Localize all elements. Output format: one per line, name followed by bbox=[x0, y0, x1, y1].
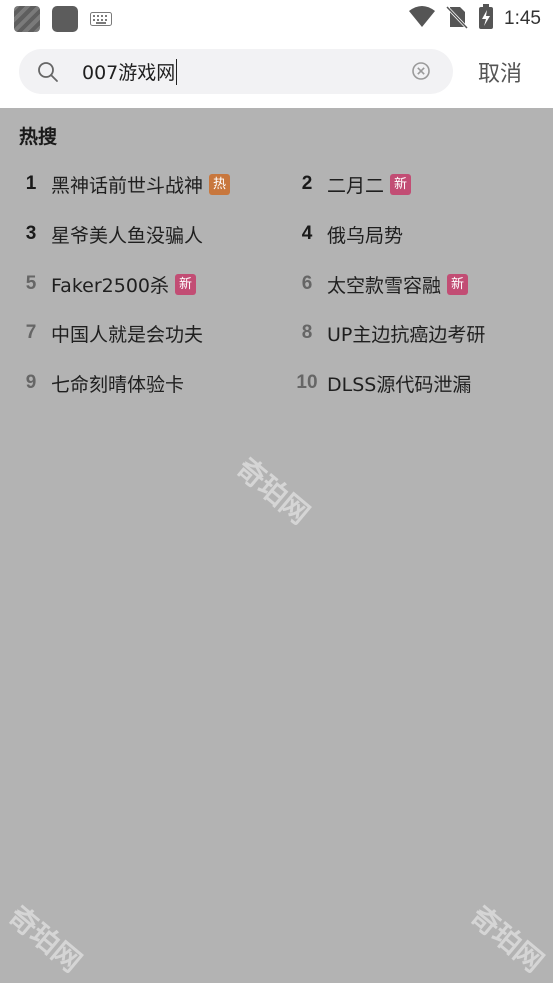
rank-number: 8 bbox=[301, 322, 313, 343]
app-icon bbox=[52, 6, 78, 32]
clear-icon[interactable] bbox=[411, 61, 431, 81]
search-icon bbox=[37, 61, 59, 83]
battery-charging-icon bbox=[478, 4, 494, 34]
watermark: 奇珀网 bbox=[2, 899, 88, 979]
status-bar-right: 1:45 bbox=[408, 4, 541, 34]
new-badge: 新 bbox=[390, 173, 412, 195]
app-icon bbox=[14, 6, 40, 32]
hot-search-item-7[interactable]: 7 中国人就是会功夫 bbox=[16, 317, 203, 349]
rank-number: 5 bbox=[25, 273, 37, 294]
rank-number: 2 bbox=[301, 173, 313, 194]
keyboard-icon bbox=[90, 12, 112, 26]
status-bar-left bbox=[14, 6, 112, 32]
rank-number: 4 bbox=[301, 223, 313, 244]
hot-search-item-9[interactable]: 9 七命刻晴体验卡 bbox=[16, 367, 184, 399]
hot-search-text: 二月二 bbox=[327, 174, 385, 197]
hot-search-item-5[interactable]: 5 Faker2500杀 新 bbox=[16, 268, 197, 300]
new-badge: 新 bbox=[175, 273, 197, 295]
search-box[interactable]: 007游戏网 bbox=[19, 49, 453, 94]
text-caret bbox=[176, 58, 178, 85]
rank-number: 7 bbox=[25, 322, 37, 343]
hot-search-text: Faker2500杀 bbox=[51, 274, 170, 297]
rank-number: 9 bbox=[25, 372, 37, 393]
search-input[interactable]: 007游戏网 bbox=[82, 49, 402, 94]
search-header: 007游戏网 取消 bbox=[0, 38, 553, 108]
rank-number: 6 bbox=[301, 273, 313, 294]
hot-search-text: 太空款雪容融 bbox=[327, 274, 442, 297]
new-badge: 新 bbox=[447, 273, 469, 295]
hot-search-text: 俄乌局势 bbox=[327, 224, 404, 247]
hot-search-item-4[interactable]: 4 俄乌局势 bbox=[292, 218, 403, 250]
hot-search-item-1[interactable]: 1 黑神话前世斗战神 热 bbox=[16, 168, 231, 200]
status-bar: 1:45 bbox=[0, 0, 553, 38]
hot-search-text: 黑神话前世斗战神 bbox=[51, 174, 204, 197]
no-sim-icon bbox=[445, 5, 469, 33]
hot-search-text: DLSS源代码泄漏 bbox=[327, 373, 472, 396]
hot-badge: 热 bbox=[209, 173, 231, 195]
cancel-button[interactable]: 取消 bbox=[478, 56, 522, 88]
search-query-text: 007游戏网 bbox=[82, 62, 176, 84]
hot-search-text: 七命刻晴体验卡 bbox=[51, 373, 185, 396]
rank-number: 3 bbox=[25, 223, 37, 244]
watermark: 奇珀网 bbox=[230, 451, 316, 531]
hot-search-item-6[interactable]: 6 太空款雪容融 新 bbox=[292, 268, 469, 300]
hot-search-item-10[interactable]: 10 DLSS源代码泄漏 bbox=[292, 367, 471, 399]
rank-number: 10 bbox=[296, 372, 318, 393]
watermark: 奇珀网 bbox=[464, 899, 550, 979]
hot-search-item-8[interactable]: 8 UP主边抗癌边考研 bbox=[292, 317, 486, 349]
hot-search-text: 中国人就是会功夫 bbox=[51, 323, 204, 346]
hot-search-text: 星爷美人鱼没骗人 bbox=[51, 224, 204, 247]
hot-search-item-3[interactable]: 3 星爷美人鱼没骗人 bbox=[16, 218, 203, 250]
hot-search-title: 热搜 bbox=[19, 126, 58, 148]
hot-search-text: UP主边抗癌边考研 bbox=[327, 323, 486, 346]
status-time: 1:45 bbox=[504, 8, 541, 29]
hot-search-item-2[interactable]: 2 二月二 新 bbox=[292, 168, 412, 200]
rank-number: 1 bbox=[25, 173, 37, 194]
wifi-icon bbox=[408, 6, 436, 32]
